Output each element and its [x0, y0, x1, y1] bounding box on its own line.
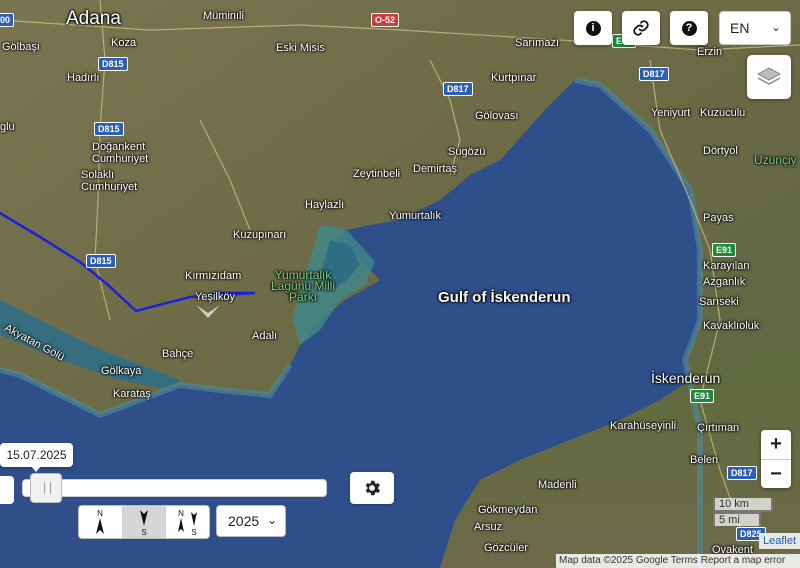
- north-south-button[interactable]: N S: [166, 506, 209, 538]
- chevron-down-icon: ⌄: [770, 20, 781, 34]
- place-yeniyurt: Yeniyurt: [651, 107, 691, 119]
- place-demirtas: Demirtaş: [413, 163, 458, 175]
- map-attribution[interactable]: Map data ©2025 Google Terms Report a map…: [556, 554, 800, 568]
- link-button[interactable]: [622, 11, 660, 45]
- place-gozculer: Gözcüler: [484, 542, 529, 554]
- place-kavaklioluk: Kavaklıoluk: [703, 320, 760, 332]
- road-shield-e91-b: E91: [712, 243, 737, 257]
- place-eski-misis: Eski Misis: [276, 42, 325, 54]
- place-adali: Adalı: [252, 330, 278, 342]
- place-golkaya: Gölkaya: [101, 365, 142, 377]
- road-shield-o52: O-52: [371, 13, 400, 27]
- timeline-prev-button[interactable]: [0, 476, 14, 504]
- place-haylazli: Haylazlı: [305, 199, 345, 211]
- place-adana: Adana: [66, 8, 121, 29]
- zoom-out-button[interactable]: −: [761, 460, 791, 489]
- place-sugozu: Sugözü: [448, 146, 486, 158]
- help-button[interactable]: ?: [670, 11, 708, 45]
- place-bahce: Bahçe: [162, 348, 194, 360]
- place-glu: glu: [0, 121, 15, 133]
- road-shield-d817-b: D817: [639, 67, 669, 81]
- place-karayilan: Karayılan: [703, 260, 750, 272]
- layers-icon: [756, 67, 782, 85]
- place-dogankent: Doğankent: [92, 141, 146, 153]
- place-cumhuriyet-2: Cumhuriyet: [81, 181, 138, 193]
- north-south-icon: N S: [177, 509, 197, 536]
- orientation-group: N S N S: [78, 505, 210, 539]
- place-cirtiman: Çırtıman: [697, 422, 740, 434]
- place-arsuz: Arsuz: [474, 521, 503, 533]
- place-gokmeydan: Gökmeydan: [478, 504, 538, 516]
- road-shield-d817-c: D817: [727, 466, 757, 480]
- place-uzunciy: Uzunçiy: [754, 153, 797, 167]
- place-doganken-cumhuriyet: Doğankent Cumhuriyet: [92, 141, 148, 165]
- date-tooltip: 15.07.2025: [0, 443, 73, 467]
- place-kuzuculu: Kuzuculu: [700, 107, 746, 119]
- south-label: S: [141, 528, 146, 536]
- place-karahuseyinli: Karahüseyinli: [610, 420, 677, 432]
- place-yumurtalik-park: Yumurtalık Lagünü Milli Parkı: [271, 269, 335, 304]
- timeline-slider[interactable]: [22, 479, 327, 497]
- north-arrow-icon: N: [96, 509, 105, 534]
- place-madenli: Madenli: [538, 479, 577, 491]
- north-up-button[interactable]: N: [79, 506, 123, 538]
- place-iskenderun: İskenderun: [651, 370, 721, 386]
- ns-s-label: S: [191, 528, 196, 536]
- language-select[interactable]: EN ⌄: [719, 11, 791, 45]
- info-icon: i: [585, 20, 601, 36]
- place-kurtpinar: Kurtpınar: [491, 72, 537, 84]
- place-sariseki: Sarıseki: [699, 296, 739, 308]
- place-payas: Payas: [703, 212, 734, 224]
- south-arrow-icon: S: [140, 510, 148, 536]
- south-up-button[interactable]: S: [122, 506, 167, 538]
- road-shield-d815-b: D815: [94, 122, 124, 136]
- place-golovasi: Gölovası: [475, 110, 519, 122]
- scale-mi: 5 mi: [713, 512, 761, 526]
- gear-icon: [365, 480, 380, 496]
- road-shield-e91-c: E91: [690, 389, 715, 403]
- tooltip-arrow: [31, 466, 41, 472]
- ns-n-label: N: [178, 509, 184, 518]
- settings-button[interactable]: [350, 472, 394, 504]
- place-karatas: Karataş: [113, 388, 151, 400]
- place-azganlik: Azganlık: [703, 276, 746, 288]
- info-button[interactable]: i: [574, 11, 612, 45]
- place-hadirli: Hadırlı: [67, 72, 100, 84]
- place-sarimazi: Sarımazı: [515, 37, 560, 49]
- leaflet-link[interactable]: Leaflet: [759, 533, 800, 549]
- language-value: EN: [730, 20, 750, 36]
- year-select[interactable]: 2025 ⌄: [216, 505, 286, 537]
- place-yesilkoy: Yeşilköy: [195, 291, 235, 303]
- place-solakli-cumhuriyet: Solaklı Cumhuriyet: [81, 169, 137, 193]
- place-kuzupinari: Kuzupınarı: [233, 229, 287, 241]
- road-shield-edge: 00: [0, 13, 15, 27]
- link-icon: [633, 20, 649, 36]
- place-muminli: Müminıli: [203, 10, 244, 22]
- road-shield-d815-a: D815: [98, 57, 128, 71]
- place-solakli: Solaklı: [81, 169, 115, 181]
- place-zeytinbeli: Zeytinbeli: [353, 168, 401, 180]
- zoom-control: + −: [761, 430, 791, 488]
- layers-button[interactable]: [747, 55, 791, 99]
- chevron-down-icon: ⌄: [266, 513, 277, 527]
- road-shield-d817-a: D817: [443, 82, 473, 96]
- place-erzin: Erzin: [697, 46, 723, 58]
- place-koza: Koza: [111, 37, 137, 49]
- road-shield-d815-c: D815: [86, 254, 116, 268]
- north-label: N: [97, 509, 103, 518]
- place-belen: Belen: [690, 454, 719, 466]
- zoom-in-button[interactable]: +: [761, 430, 791, 459]
- place-golbasi: Gölbaşı: [2, 41, 40, 53]
- year-value: 2025: [228, 513, 260, 529]
- park-line-3: Parkı: [289, 290, 318, 304]
- timeline-slider-handle[interactable]: [30, 473, 63, 503]
- place-yumurtalik: Yumurtalık: [389, 210, 441, 222]
- help-icon: ?: [681, 20, 697, 36]
- place-gulf: Gulf of İskenderun: [438, 289, 571, 306]
- scale-km: 10 km: [713, 498, 773, 512]
- place-dortyol: Dörtyol: [703, 145, 738, 157]
- place-kirmizidam: Kırmızıdam: [185, 270, 242, 282]
- place-cumhuriyet-1: Cumhuriyet: [92, 153, 149, 165]
